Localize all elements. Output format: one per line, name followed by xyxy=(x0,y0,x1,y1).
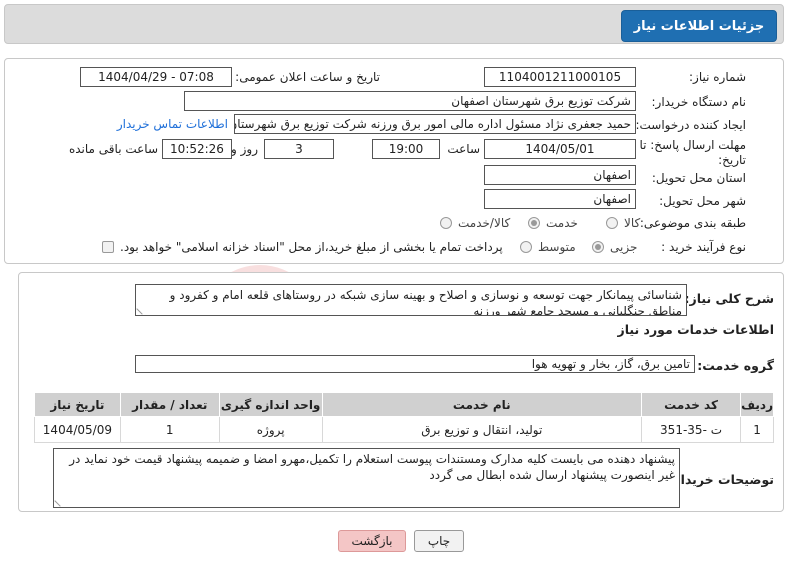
remaining-time-field[interactable]: 10:52:26 xyxy=(162,139,232,159)
need-number-field[interactable]: 1104001211000105 xyxy=(484,67,636,87)
treasury-payment-option[interactable]: پرداخت تمام یا بخشی از مبلغ خرید،از محل … xyxy=(102,240,503,254)
cell-quantity: 1 xyxy=(119,416,220,443)
buyer-org-field[interactable]: شرکت توزیع برق شهرستان اصفهان xyxy=(184,91,636,111)
summary-label: شرح کلی نیاز: xyxy=(684,291,774,306)
announce-date-field[interactable]: 1404/04/29 - 07:08 xyxy=(80,67,232,87)
category-option-both-label: کالا/خدمت xyxy=(458,216,511,230)
table-row[interactable]: 1 ت -35-351 تولید، انتقال و توزیع برق پر… xyxy=(34,416,774,443)
buyer-org-label: نام دستگاه خریدار: xyxy=(651,95,747,109)
col-header-quantity: تعداد / مقدار xyxy=(119,392,220,417)
deadline-date-field[interactable]: 1404/05/01 xyxy=(484,139,636,159)
category-option-service-label: خدمت xyxy=(546,216,578,230)
process-option-minor-label: جزیی xyxy=(610,240,638,254)
radio-button-icon[interactable] xyxy=(520,241,532,253)
category-option-goods-label: کالا xyxy=(624,216,641,230)
cell-service-code: ت -35-351 xyxy=(640,416,742,443)
resize-handle-icon[interactable] xyxy=(54,495,66,507)
cell-unit: پروژه xyxy=(218,416,323,443)
summary-textarea[interactable]: شناسائی پیمانکار جهت توسعه و نوسازی و اص… xyxy=(135,284,687,316)
cell-service-name: تولید، انتقال و توزیع برق xyxy=(321,416,642,443)
print-button[interactable]: چاپ xyxy=(414,530,464,552)
city-label: شهر محل تحویل: xyxy=(659,194,746,208)
deadline-label: مهلت ارسال پاسخ: تا تاریخ: xyxy=(639,138,746,167)
radio-selected-icon[interactable] xyxy=(528,217,540,229)
radio-button-icon[interactable] xyxy=(440,217,452,229)
treasury-payment-label: پرداخت تمام یا بخشی از مبلغ خرید،از محل … xyxy=(120,240,503,254)
province-label: استان محل تحویل: xyxy=(651,171,746,185)
city-field[interactable]: اصفهان xyxy=(484,189,636,209)
buyer-contact-link[interactable]: اطلاعات تماس خریدار xyxy=(117,117,228,131)
process-option-medium[interactable]: متوسط xyxy=(520,240,576,254)
days-label: روز و xyxy=(231,142,258,156)
remaining-time-label: ساعت باقی مانده xyxy=(68,142,158,156)
buyer-notes-textarea[interactable]: پیشنهاد دهنده می بایست کلیه مدارک ومستند… xyxy=(53,448,680,508)
services-table-wrapper: ردیف کد خدمت نام خدمت واحد اندازه گیری ت… xyxy=(34,392,774,443)
services-section-title: اطلاعات خدمات مورد نیاز xyxy=(617,322,775,337)
process-type-label: نوع فرآیند خرید : xyxy=(661,240,746,254)
days-remaining-field[interactable]: 3 xyxy=(264,139,334,159)
radio-selected-icon[interactable] xyxy=(592,241,604,253)
requester-field[interactable]: حمید جعفری نژاد مسئول اداره مالی امور بر… xyxy=(234,114,636,134)
col-header-row-number: ردیف xyxy=(740,392,774,417)
deadline-time-label: ساعت xyxy=(447,142,480,156)
buyer-notes-label: توضیحات خریدار: xyxy=(668,472,774,487)
process-option-medium-label: متوسط xyxy=(538,240,576,254)
col-header-unit: واحد اندازه گیری xyxy=(218,392,323,417)
province-field[interactable]: اصفهان xyxy=(484,165,636,185)
col-header-service-code: کد خدمت xyxy=(640,392,742,417)
cell-need-date: 1404/05/09 xyxy=(34,416,121,443)
need-number-label: شماره نیاز: xyxy=(689,70,746,84)
page-title-button[interactable]: جزئیات اطلاعات نیاز xyxy=(621,10,777,42)
services-table: ردیف کد خدمت نام خدمت واحد اندازه گیری ت… xyxy=(34,392,774,443)
col-header-need-date: تاریخ نیاز xyxy=(34,392,121,417)
resize-handle-icon[interactable] xyxy=(136,303,148,315)
back-button[interactable]: بازگشت xyxy=(338,530,406,552)
checkbox-icon[interactable] xyxy=(102,241,114,253)
category-option-goods[interactable]: کالا xyxy=(606,216,640,230)
process-option-minor[interactable]: جزیی xyxy=(592,240,637,254)
page-header: جزئیات اطلاعات نیاز xyxy=(4,4,784,44)
service-group-field[interactable]: تامین برق، گاز، بخار و تهویه هوا xyxy=(135,355,695,373)
category-label: طبقه بندی موضوعی: xyxy=(639,216,746,230)
requester-label: ایجاد کننده درخواست: xyxy=(635,118,746,132)
deadline-time-field[interactable]: 19:00 xyxy=(372,139,440,159)
col-header-service-name: نام خدمت xyxy=(321,392,642,417)
category-option-both[interactable]: کالا/خدمت xyxy=(440,216,510,230)
category-option-service[interactable]: خدمت xyxy=(528,216,578,230)
table-header-row: ردیف کد خدمت نام خدمت واحد اندازه گیری ت… xyxy=(34,392,774,417)
announce-date-label: تاریخ و ساعت اعلان عمومی: xyxy=(235,70,380,84)
service-group-label: گروه خدمت: xyxy=(697,358,774,373)
buyer-notes-text: پیشنهاد دهنده می بایست کلیه مدارک ومستند… xyxy=(69,452,675,482)
summary-text: شناسائی پیمانکار جهت توسعه و نوسازی و اص… xyxy=(169,288,682,316)
cell-row-number: 1 xyxy=(740,416,774,443)
radio-button-icon[interactable] xyxy=(606,217,618,229)
